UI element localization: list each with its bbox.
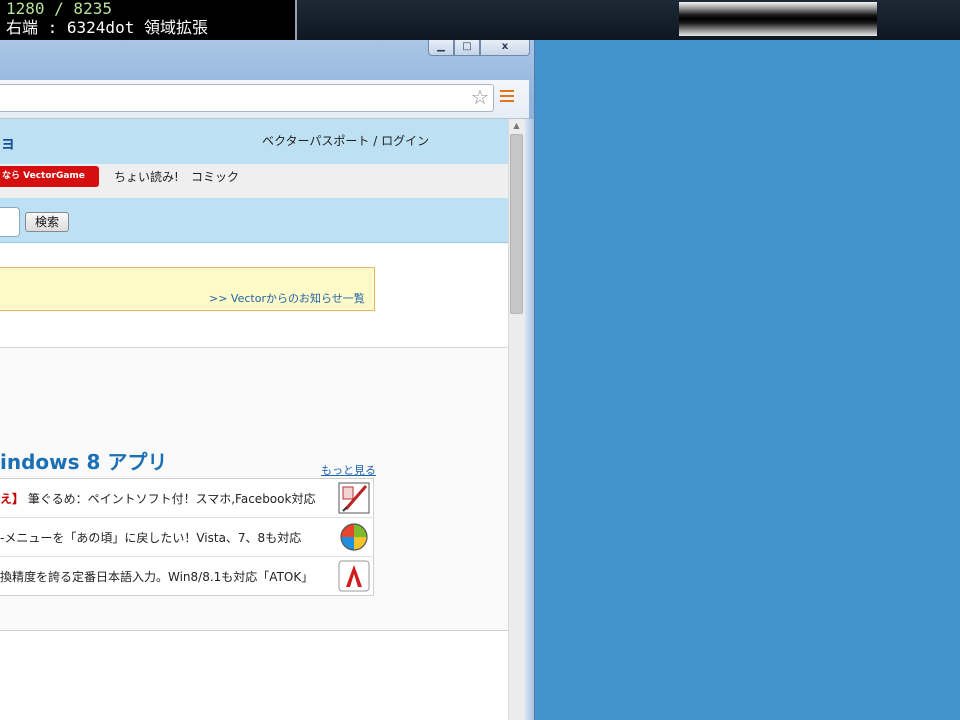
- list-item[interactable]: 換精度を誇る定番日本語入力。Win8/8.1も対応「ATOK」: [0, 557, 374, 596]
- scroll-up-arrow-icon[interactable]: ▲: [508, 119, 525, 133]
- atok-icon[interactable]: [338, 560, 370, 592]
- app-item-label: 筆ぐるめ：ペイントソフト付！スマホ,Facebook対応: [27, 492, 316, 506]
- app-item-text[interactable]: え】 筆ぐるめ：ペイントソフト付！スマホ,Facebook対応: [0, 490, 315, 507]
- nav-link-comic[interactable]: コミック: [191, 168, 239, 185]
- passport-login-link[interactable]: ベクターパスポート / ログイン: [262, 132, 429, 149]
- list-item[interactable]: -メニューを「あの頃」に戻したい！Vista、7、8も対応: [0, 518, 374, 557]
- search-input[interactable]: [0, 207, 20, 237]
- app-item-tag: え】: [0, 492, 25, 506]
- app-item-text[interactable]: -メニューを「あの頃」に戻したい！Vista、7、8も対応: [0, 529, 301, 546]
- app-item-text[interactable]: 換精度を誇る定番日本語入力。Win8/8.1も対応「ATOK」: [0, 568, 313, 585]
- app-item-label: -メニューを「あの頃」に戻したい！Vista、7、8も対応: [0, 531, 302, 545]
- vectorgame-banner-button[interactable]: なら VectorGame: [0, 166, 99, 187]
- page-counter: 1280 / 8235: [6, 0, 112, 18]
- minimize-button[interactable]: ▁: [428, 40, 454, 56]
- page-viewport: ョ ベクターパスポート / ログイン なら VectorGame ちょい読み! …: [0, 119, 508, 720]
- window-border: [525, 119, 534, 720]
- desktop-background: [535, 40, 960, 720]
- maximize-button[interactable]: □: [454, 40, 480, 56]
- more-link[interactable]: もっと見る: [321, 462, 376, 478]
- edge-info-text: 右端 : 6324dot 領域拡張: [6, 18, 208, 37]
- close-button[interactable]: x: [480, 40, 530, 56]
- list-item[interactable]: え】 筆ぐるめ：ペイントソフト付！スマホ,Facebook対応: [0, 479, 374, 518]
- page-lower-area: [0, 631, 508, 720]
- app-list: え】 筆ぐるめ：ペイントソフト付！スマホ,Facebook対応 -メニューを「あ…: [0, 478, 374, 596]
- notice-list-link[interactable]: >> Vectorからのお知らせ一覧: [209, 290, 365, 306]
- app-item-label: 換精度を誇る定番日本語入力。Win8/8.1も対応「ATOK」: [0, 570, 314, 584]
- fudegurume-icon[interactable]: [338, 482, 370, 514]
- site-title-fragment[interactable]: ョ: [0, 129, 16, 153]
- scroll-position-thumb[interactable]: [679, 2, 877, 36]
- windows-start-icon[interactable]: [338, 521, 370, 553]
- window-controls: ▁ □ x: [428, 40, 530, 57]
- page-scrollbar-thumb[interactable]: [510, 134, 523, 314]
- section-title: indows 8 アプリ: [0, 450, 168, 474]
- search-button[interactable]: 検索: [25, 212, 69, 232]
- address-bar[interactable]: [0, 84, 494, 112]
- nav-link-chotto-yomi[interactable]: ちょい読み!: [114, 168, 179, 185]
- bookmark-star-icon[interactable]: ☆: [470, 86, 490, 108]
- browser-menu-icon[interactable]: [500, 90, 514, 104]
- search-bar: [0, 198, 508, 243]
- site-header: [0, 119, 508, 164]
